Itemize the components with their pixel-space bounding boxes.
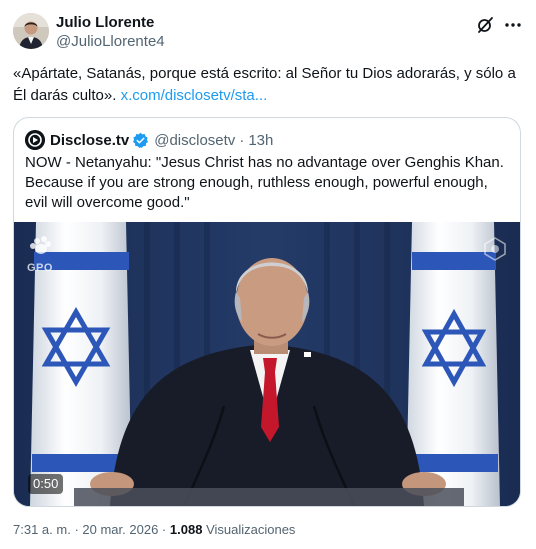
- quoted-tweet[interactable]: Disclose.tv @disclosetv · 13h NOW - Neta…: [13, 117, 521, 507]
- avatar[interactable]: [13, 13, 49, 49]
- gpo-logo: [30, 236, 51, 254]
- views-count: 1.088: [169, 522, 203, 537]
- quoted-text: NOW - Netanyahu: "Jesus Christ has no ad…: [25, 154, 504, 211]
- video-duration: 0:50: [28, 474, 64, 494]
- author-names: Julio Llorente @JulioLlorente4: [56, 14, 165, 52]
- tweet-header: Julio Llorente @JulioLlorente4: [13, 13, 525, 53]
- tweet-link[interactable]: x.com/disclosetv/sta...: [121, 87, 268, 104]
- grok-icon[interactable]: [475, 15, 495, 35]
- video-frame: [14, 222, 520, 506]
- post-time[interactable]: 7:31 a. m.: [13, 522, 71, 537]
- quoted-handle[interactable]: @disclosetv: [154, 132, 235, 149]
- views-label: Visualizaciones: [206, 522, 296, 537]
- author-handle[interactable]: @JulioLlorente4: [56, 32, 165, 52]
- quoted-name[interactable]: Disclose.tv: [50, 132, 129, 149]
- video-watermark: GPO: [27, 262, 53, 274]
- watermark-logo: [484, 237, 506, 261]
- video-player[interactable]: GPO 0:50: [14, 222, 520, 506]
- quoted-avatar[interactable]: [25, 130, 45, 150]
- quoted-time[interactable]: 13h: [248, 132, 273, 149]
- tweet-text: «Apártate, Satanás, porque está escrito:…: [13, 63, 523, 107]
- post-date[interactable]: 20 mar. 2026: [82, 522, 158, 537]
- verified-icon: [133, 132, 149, 148]
- meta-separator: ·: [161, 522, 167, 537]
- tweet[interactable]: Julio Llorente @JulioLlorente4 «Apártate…: [0, 0, 536, 549]
- quoted-tweet-header: Disclose.tv @disclosetv · 13h: [25, 130, 273, 150]
- more-icon[interactable]: [503, 15, 523, 35]
- author-name[interactable]: Julio Llorente: [56, 14, 165, 32]
- meta-separator: ·: [74, 522, 79, 537]
- tweet-meta: 7:31 a. m. · 20 mar. 2026 · 1.088 Visual…: [13, 521, 295, 539]
- quoted-separator: ·: [239, 131, 245, 149]
